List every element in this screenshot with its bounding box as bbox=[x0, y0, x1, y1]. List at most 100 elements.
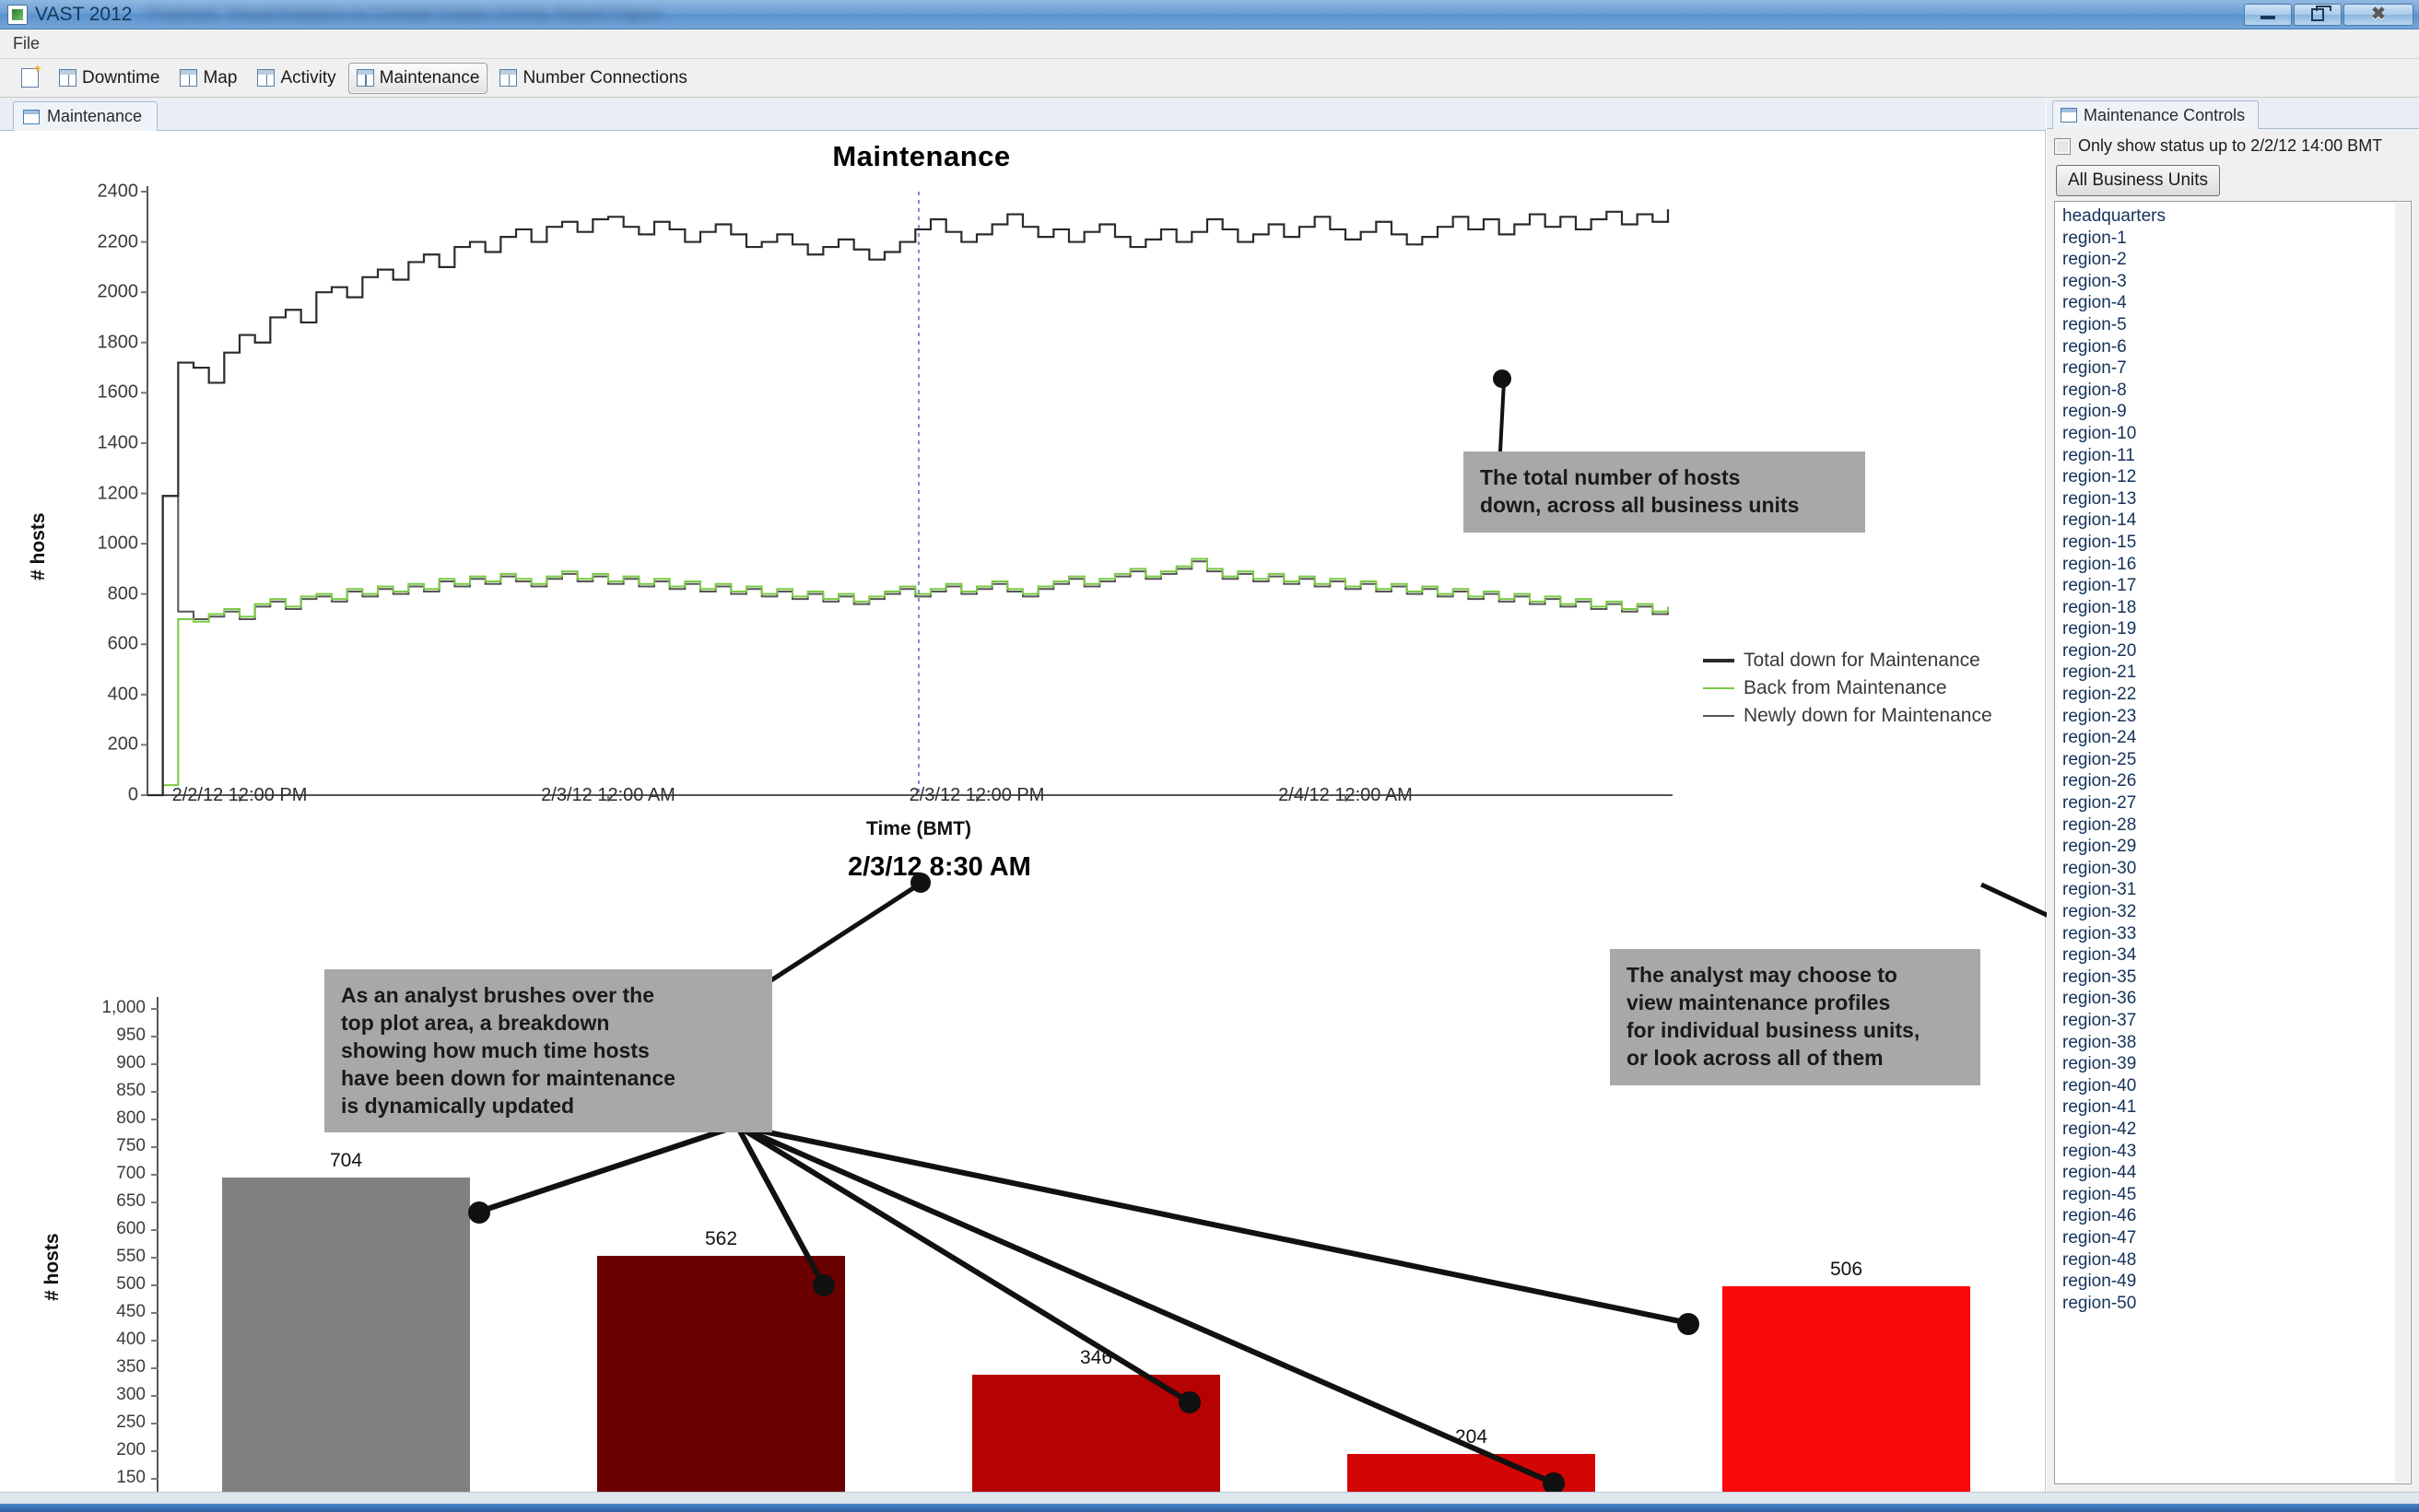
business-unit-list-item[interactable]: region-12 bbox=[2059, 466, 2411, 488]
bar[interactable]: 506 bbox=[1722, 1259, 1970, 1512]
business-unit-list-item[interactable]: region-45 bbox=[2059, 1184, 2411, 1206]
legend-entry: Back from Maintenance bbox=[1703, 674, 1992, 702]
business-unit-list-item[interactable]: region-47 bbox=[2059, 1227, 2411, 1249]
business-unit-list-item[interactable]: region-7 bbox=[2059, 357, 2411, 380]
business-unit-list-item[interactable]: region-41 bbox=[2059, 1096, 2411, 1119]
toolbar-item-map[interactable]: Map bbox=[171, 63, 245, 94]
business-unit-list-item[interactable]: region-39 bbox=[2059, 1053, 2411, 1075]
business-unit-list-item[interactable]: region-9 bbox=[2059, 401, 2411, 423]
business-unit-list-item[interactable]: region-22 bbox=[2059, 684, 2411, 706]
business-unit-list-item[interactable]: region-18 bbox=[2059, 597, 2411, 619]
business-unit-list-item[interactable]: region-33 bbox=[2059, 923, 2411, 945]
business-unit-list-item[interactable]: region-27 bbox=[2059, 792, 2411, 815]
business-unit-list-item[interactable]: region-20 bbox=[2059, 640, 2411, 662]
table-view-icon bbox=[257, 69, 276, 87]
business-unit-list-item[interactable]: region-25 bbox=[2059, 749, 2411, 771]
business-unit-list-item[interactable]: region-26 bbox=[2059, 770, 2411, 792]
business-unit-list-item[interactable]: region-1 bbox=[2059, 228, 2411, 250]
business-unit-list-item[interactable]: region-30 bbox=[2059, 858, 2411, 880]
toolbar-item-downtime[interactable]: Downtime bbox=[51, 63, 168, 94]
business-unit-list-item[interactable]: region-40 bbox=[2059, 1075, 2411, 1097]
business-unit-list-item[interactable]: region-14 bbox=[2059, 510, 2411, 532]
tab-maintenance-controls[interactable]: Maintenance Controls bbox=[2052, 100, 2260, 129]
legend-label: Total down for Maintenance bbox=[1744, 650, 1980, 671]
y-axis-tick bbox=[151, 1008, 159, 1010]
business-unit-list-item[interactable]: region-43 bbox=[2059, 1141, 2411, 1163]
business-unit-list-item[interactable]: region-46 bbox=[2059, 1205, 2411, 1227]
y-tick-label: 300 bbox=[116, 1385, 146, 1404]
window-icon bbox=[23, 109, 40, 124]
business-unit-list-item[interactable]: region-2 bbox=[2059, 249, 2411, 271]
y-tick-label: 600 bbox=[116, 1219, 146, 1238]
toolbar: Downtime Map Activity Maintenance Number… bbox=[0, 59, 2419, 98]
controls-tab-strip: Maintenance Controls bbox=[2047, 98, 2419, 129]
y-axis-tick bbox=[151, 1367, 159, 1369]
y-tick-label: 800 bbox=[116, 1108, 146, 1128]
maintenance-controls-panel: Maintenance Controls Only show status up… bbox=[2047, 98, 2419, 1492]
all-business-units-button[interactable]: All Business Units bbox=[2056, 165, 2221, 196]
business-unit-list-item[interactable]: region-49 bbox=[2059, 1271, 2411, 1293]
business-unit-list-item[interactable]: region-34 bbox=[2059, 944, 2411, 967]
toolbar-item-maintenance[interactable]: Maintenance bbox=[347, 62, 488, 94]
business-unit-list-item[interactable]: headquarters bbox=[2059, 205, 2411, 228]
main-canvas: Maintenance # hosts 0 200 400 600 800 1000 120… bbox=[0, 131, 2046, 1512]
line-chart-x-axis-label: Time (BMT) bbox=[866, 818, 971, 839]
business-unit-list-item[interactable]: region-31 bbox=[2059, 879, 2411, 901]
table-view-icon bbox=[499, 69, 518, 87]
business-unit-list-item[interactable]: region-37 bbox=[2059, 1010, 2411, 1032]
business-unit-list-item[interactable]: region-3 bbox=[2059, 271, 2411, 293]
only-show-status-checkbox[interactable]: Only show status up to 2/2/12 14:00 BMT bbox=[2047, 129, 2419, 159]
business-unit-list-item[interactable]: region-11 bbox=[2059, 445, 2411, 467]
toolbar-item-number-connections[interactable]: Number Connections bbox=[491, 63, 695, 94]
callout-total-hosts: The total number of hosts down, across a… bbox=[1463, 451, 1865, 533]
business-unit-list-item[interactable]: region-21 bbox=[2059, 662, 2411, 684]
business-unit-list-item[interactable]: region-13 bbox=[2059, 488, 2411, 510]
business-unit-list-item[interactable]: region-17 bbox=[2059, 575, 2411, 597]
business-unit-list-item[interactable]: region-19 bbox=[2059, 618, 2411, 640]
checkbox-box bbox=[2054, 137, 2071, 155]
business-unit-list-item[interactable]: region-38 bbox=[2059, 1032, 2411, 1054]
business-unit-list-item[interactable]: region-4 bbox=[2059, 292, 2411, 314]
business-unit-list-item[interactable]: region-24 bbox=[2059, 727, 2411, 749]
business-unit-list-item[interactable]: region-44 bbox=[2059, 1162, 2411, 1184]
tab-maintenance[interactable]: Maintenance bbox=[13, 101, 159, 131]
callout-business-unit-choice: The analyst may choose to view maintenan… bbox=[1610, 949, 1980, 1085]
business-unit-list[interactable]: headquarters region-1 region-2 region-3 regi… bbox=[2054, 201, 2412, 1484]
business-unit-list-item[interactable]: region-5 bbox=[2059, 314, 2411, 336]
business-unit-list-item[interactable]: region-28 bbox=[2059, 815, 2411, 837]
business-unit-list-item[interactable]: region-15 bbox=[2059, 532, 2411, 554]
minimize-button[interactable] bbox=[2244, 3, 2292, 26]
business-unit-list-item[interactable]: region-8 bbox=[2059, 380, 2411, 402]
business-unit-list-items: headquarters region-1 region-2 region-3 regi… bbox=[2059, 205, 2411, 1314]
business-unit-list-item[interactable]: region-42 bbox=[2059, 1119, 2411, 1141]
y-tick-label: 400 bbox=[116, 1330, 146, 1349]
close-button[interactable]: ✖ bbox=[2343, 3, 2413, 26]
toolbar-item-label: Maintenance bbox=[379, 67, 480, 88]
business-unit-list-item[interactable]: region-6 bbox=[2059, 336, 2411, 358]
y-tick-label: 200 bbox=[116, 1440, 146, 1459]
business-unit-list-item[interactable]: region-16 bbox=[2059, 554, 2411, 576]
line-chart-x-axis-ticks: 2/2/12 12:00 PM 2/3/12 12:00 AM 2/3/12 12:… bbox=[0, 785, 1659, 822]
window-title: VAST 2012 bbox=[35, 3, 133, 25]
business-unit-list-item[interactable]: region-32 bbox=[2059, 901, 2411, 923]
business-unit-list-item[interactable]: region-48 bbox=[2059, 1249, 2411, 1272]
bar[interactable]: 562 bbox=[597, 1228, 845, 1512]
business-unit-list-item[interactable]: region-50 bbox=[2059, 1293, 2411, 1315]
y-tick-label: 750 bbox=[116, 1136, 146, 1155]
business-unit-list-item[interactable]: region-35 bbox=[2059, 967, 2411, 989]
bar[interactable]: 704 bbox=[222, 1150, 470, 1512]
business-unit-list-scrollbar[interactable] bbox=[2395, 203, 2410, 1483]
toolbar-item-activity[interactable]: Activity bbox=[249, 63, 344, 94]
chart-title: Maintenance bbox=[832, 140, 1011, 172]
restore-button[interactable] bbox=[2294, 3, 2342, 26]
y-tick-label: 150 bbox=[116, 1468, 146, 1487]
legend-swatch bbox=[1703, 715, 1734, 717]
line-chart-legend: Total down for Maintenance Back from Main… bbox=[1703, 647, 1992, 730]
business-unit-list-item[interactable]: region-29 bbox=[2059, 836, 2411, 858]
business-unit-list-item[interactable]: region-36 bbox=[2059, 988, 2411, 1010]
business-unit-list-item[interactable]: region-10 bbox=[2059, 423, 2411, 445]
y-axis-tick bbox=[151, 1478, 159, 1480]
new-view-button[interactable] bbox=[13, 62, 47, 94]
menu-item-file[interactable]: File bbox=[0, 34, 53, 53]
business-unit-list-item[interactable]: region-23 bbox=[2059, 706, 2411, 728]
